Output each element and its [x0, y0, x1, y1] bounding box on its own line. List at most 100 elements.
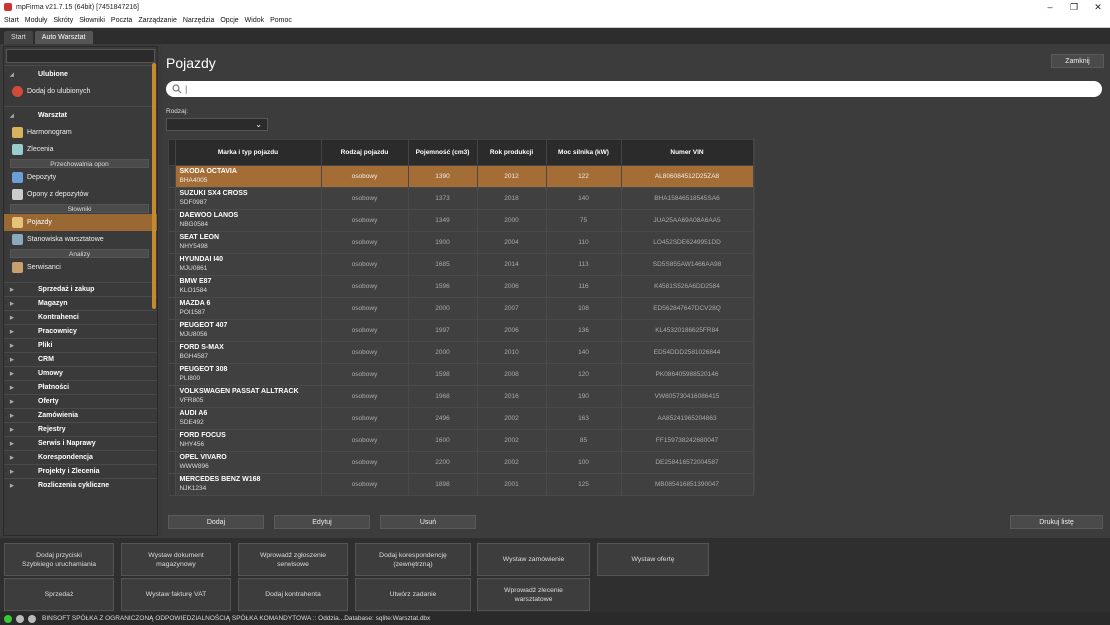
quick-create-task[interactable]: Utwórz zadanie: [355, 578, 471, 611]
menu-poczta[interactable]: Poczta: [111, 17, 132, 24]
col-rok[interactable]: Rok produkcji: [477, 140, 547, 166]
table-row[interactable]: FORD S-MAX BGH4587 osobowy 2000 2010 140 ED54D…: [169, 341, 754, 364]
cell-vin: SD5S855AW1466AA98: [621, 253, 754, 276]
table-row[interactable]: HYUNDAI I40 MJU0861 osobowy 1685 2014 113 SD5S…: [169, 253, 754, 276]
col-pojemnosc[interactable]: Pojemność (cm3): [408, 140, 478, 166]
section-oferty[interactable]: ▶ Oferty: [4, 394, 157, 408]
section-sprzedaz[interactable]: ▶ Sprzedaż i zakup: [4, 282, 157, 296]
menu-zarzadzanie[interactable]: Zarządzanie: [138, 17, 177, 24]
menu-widok[interactable]: Widok: [245, 17, 264, 24]
table-row[interactable]: SUZUKI SX4 CROSS SDF0987 osobowy 1373 2018 14…: [169, 187, 754, 210]
table-row[interactable]: BMW E87 KLO1584 osobowy 1596 2006 116 K4581S52…: [169, 275, 754, 298]
section-pliki[interactable]: ▶ Pliki: [4, 338, 157, 352]
section-zamowienia[interactable]: ▶ Zamówienia: [4, 408, 157, 422]
menu-narzedzia[interactable]: Narzędzia: [183, 17, 215, 24]
quick-magazine-doc[interactable]: Wystaw dokument magazynowy: [121, 543, 231, 576]
cell-capacity: 1390: [408, 165, 478, 188]
table-row[interactable]: SEAT LEON NHY5498 osobowy 1900 2004 110 LO452S…: [169, 231, 754, 254]
mechanic-icon: [12, 262, 23, 273]
quick-add-buttons[interactable]: Dodaj przyciski Szybkiego uruchamiania: [4, 543, 114, 576]
col-moc[interactable]: Moc silnika (kW): [546, 140, 622, 166]
col-rodzaj[interactable]: Rodzaj pojazdu: [321, 140, 409, 166]
menu-start[interactable]: Start: [4, 17, 19, 24]
table-row[interactable]: AUDI A6 SDE492 osobowy 2496 2002 163 AA8524196…: [169, 407, 754, 430]
section-serwis[interactable]: ▶ Serwis i Naprawy: [4, 436, 157, 450]
quick-offer[interactable]: Wystaw ofertę: [597, 543, 709, 576]
cell-type: osobowy: [321, 407, 409, 430]
sidebar-scrollbar[interactable]: [152, 63, 156, 309]
table-row[interactable]: PEUGEOT 308 PLI800 osobowy 1598 2008 120 PK086…: [169, 363, 754, 386]
close-window-button[interactable]: ✕: [1086, 2, 1110, 13]
rodzaj-select[interactable]: ⌄: [166, 118, 268, 131]
tab-auto-warsztat[interactable]: Auto Warsztat: [34, 31, 93, 44]
minimize-button[interactable]: –: [1038, 2, 1062, 13]
quick-vat-invoice[interactable]: Wystaw fakturę VAT: [121, 578, 231, 611]
menu-pomoc[interactable]: Pomoc: [270, 17, 292, 24]
table-row[interactable]: FORD FOCUS NHY456 osobowy 1600 2002 85 FF15973…: [169, 429, 754, 452]
col-vin[interactable]: Numer VIN: [621, 140, 754, 166]
section-pracownicy[interactable]: ▶ Pracownicy: [4, 324, 157, 338]
delete-button[interactable]: Usuń: [380, 515, 476, 529]
section-umowy[interactable]: ▶ Umowy: [4, 366, 157, 380]
section-warsztat[interactable]: ◢ Warsztat: [4, 106, 157, 124]
quick-order[interactable]: Wystaw zamówienie: [477, 543, 590, 576]
sidebar-item-stanowiska[interactable]: Stanowiska warsztatowe: [4, 231, 157, 248]
table-row[interactable]: PEUGEOT 407 MJU8056 osobowy 1997 2006 136 KL45…: [169, 319, 754, 342]
sidebar-item-harmonogram[interactable]: Harmonogram: [4, 124, 157, 141]
print-list-button[interactable]: Drukuj listę: [1010, 515, 1103, 529]
table-row[interactable]: DAEWOO LANOS NBG0584 osobowy 1349 2000 75 JUA2…: [169, 209, 754, 232]
sidebar-item-serwisanci[interactable]: Serwisanci: [4, 259, 157, 276]
quick-correspondence[interactable]: Dodaj korespondencję (zewnętrzną): [355, 543, 471, 576]
section-platnosci[interactable]: ▶ Płatności: [4, 380, 157, 394]
vehicle-name: DAEWOO LANOS: [179, 212, 239, 219]
table-row[interactable]: VOLKSWAGEN PASSAT ALLTRACK VFR805 osobowy 1…: [169, 385, 754, 408]
menu-opcje[interactable]: Opcje: [220, 17, 238, 24]
vehicle-name: FORD S-MAX: [179, 344, 224, 351]
section-kontrahenci[interactable]: ▶ Kontrahenci: [4, 310, 157, 324]
quick-service-report[interactable]: Wprowadź zgłoszenie serwisowe: [238, 543, 348, 576]
quick-workshop-order[interactable]: Wprowadź zlecenie warsztatowe: [477, 578, 590, 611]
sidebar-item-pojazdy[interactable]: Pojazdy: [4, 214, 157, 231]
table-row[interactable]: MAZDA 6 POI1587 osobowy 2000 2007 108 ED562847…: [169, 297, 754, 320]
cell-power: 163: [546, 407, 622, 430]
close-panel-button[interactable]: Zamknij: [1051, 54, 1104, 68]
edit-button[interactable]: Edytuj: [274, 515, 370, 529]
section-magazyn[interactable]: ▶ Magazyn: [4, 296, 157, 310]
cell-type: osobowy: [321, 363, 409, 386]
vehicle-registration: MJU8056: [179, 331, 208, 338]
section-crm[interactable]: ▶ CRM: [4, 352, 157, 366]
quick-add-contractor[interactable]: Dodaj kontrahenta: [238, 578, 348, 611]
sidebar-item-opony[interactable]: Opony z depozytów: [4, 186, 157, 203]
cell-capacity: 2496: [408, 407, 478, 430]
table-row[interactable]: MERCEDES BENZ W168 NJK1234 osobowy 1898 2001…: [169, 473, 754, 496]
vehicle-registration: PLI800: [179, 375, 201, 382]
section-projekty[interactable]: ▶ Projekty i Zlecenia: [4, 464, 157, 478]
menu-slowniki[interactable]: Słowniki: [79, 17, 105, 24]
sidebar-item-zlecenia[interactable]: Zlecenia: [4, 141, 157, 158]
menu-skroty[interactable]: Skróty: [53, 17, 73, 24]
sidebar-filter-input[interactable]: [6, 49, 155, 63]
table-row[interactable]: SKODA OCTAVIA BHA4005 osobowy 1390 2012 122 AL…: [169, 165, 754, 188]
search-input[interactable]: |: [166, 81, 1102, 97]
cell-year: 2006: [477, 275, 547, 298]
cell-capacity: 2000: [408, 297, 478, 320]
cell-vin: JUA25AA69A08A6AA5: [621, 209, 754, 232]
cell-vin: BHA15846518545SA6: [621, 187, 754, 210]
section-korespondencja[interactable]: ▶ Korespondencja: [4, 450, 157, 464]
cell-year: 2007: [477, 297, 547, 320]
section-ulubione[interactable]: ◢ Ulubione: [4, 65, 157, 83]
col-marka[interactable]: Marka i typ pojazdu: [175, 140, 322, 166]
add-button[interactable]: Dodaj: [168, 515, 264, 529]
menu-moduly[interactable]: Moduły: [25, 17, 48, 24]
section-rozliczenia[interactable]: ▶ Rozliczenia cykliczne: [4, 478, 157, 492]
maximize-button[interactable]: ❐: [1062, 2, 1086, 13]
sidebar-item-add-favorite[interactable]: Dodaj do ulubionych: [4, 83, 157, 100]
section-rejestry[interactable]: ▶ Rejestry: [4, 422, 157, 436]
cell-type: osobowy: [321, 165, 409, 188]
expand-icon: ▶: [10, 426, 14, 433]
table-row[interactable]: OPEL VIVARO WWW896 osobowy 2200 2002 100 DE258…: [169, 451, 754, 474]
quick-sale[interactable]: Sprzedaż: [4, 578, 114, 611]
app-icon: [4, 3, 12, 11]
tab-start[interactable]: Start: [4, 31, 33, 44]
sidebar-item-depozyty[interactable]: Depozyty: [4, 169, 157, 186]
